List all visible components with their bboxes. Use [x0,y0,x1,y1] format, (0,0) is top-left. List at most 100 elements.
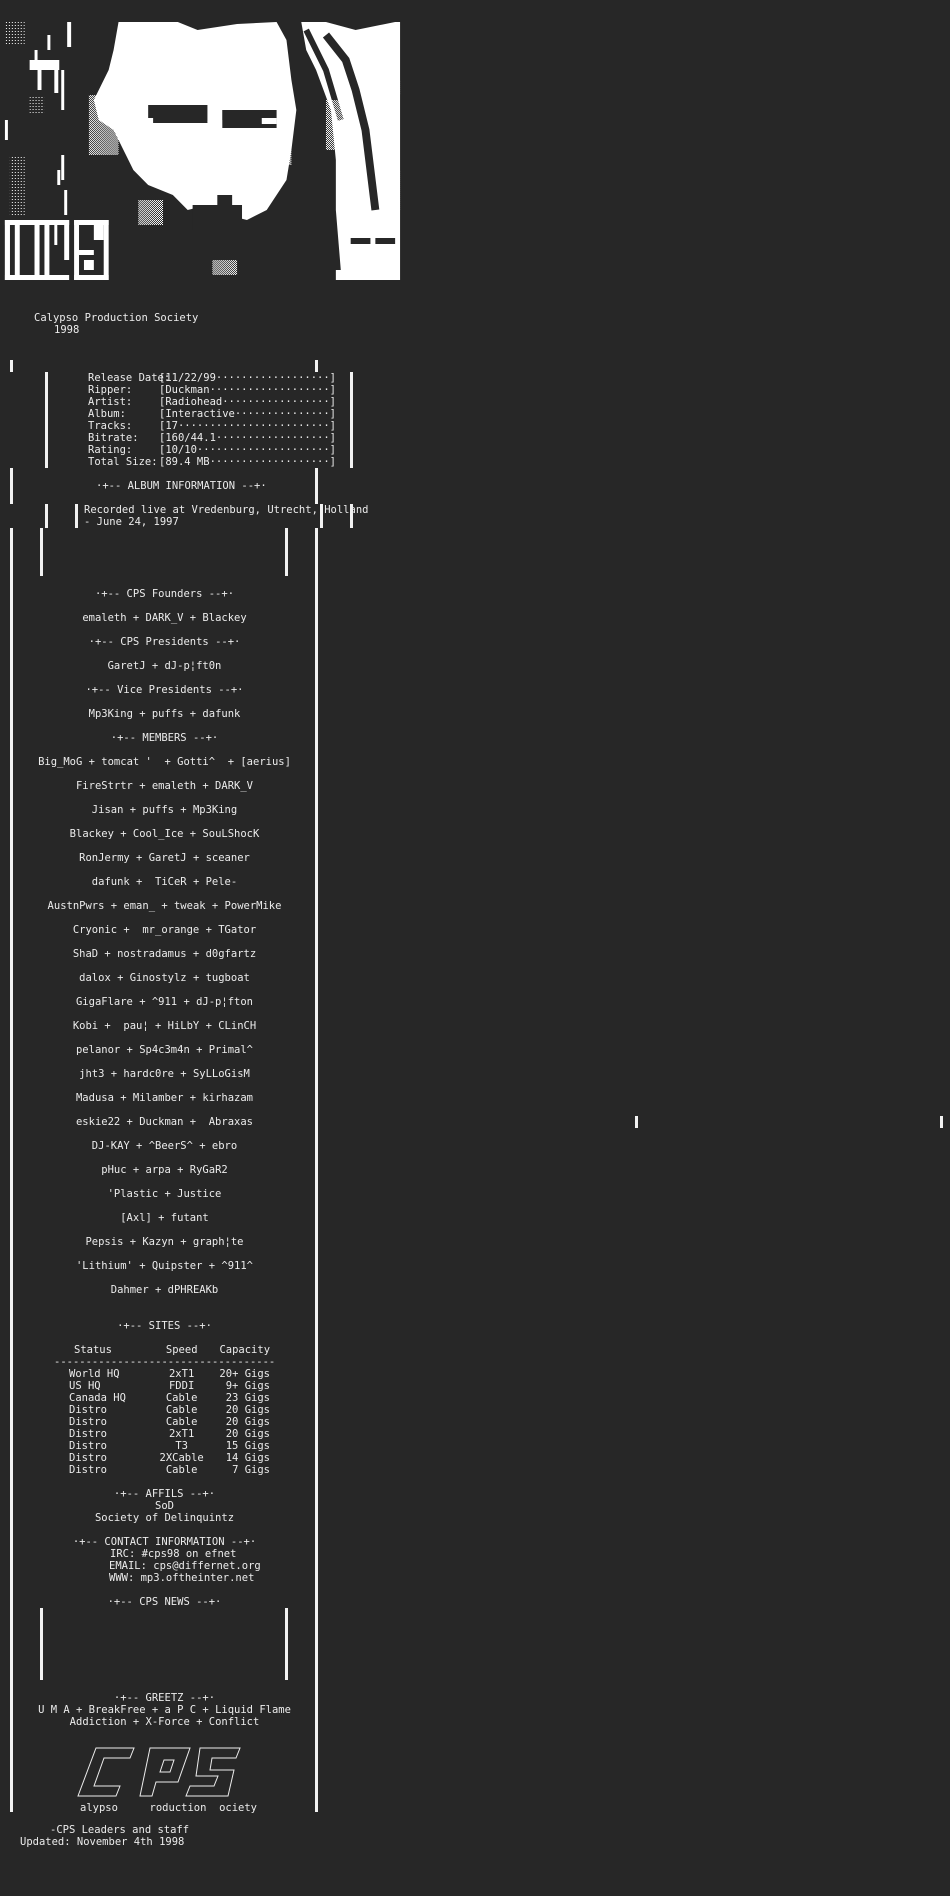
footer-updated: Updated: November 4th 1998 [20,1836,185,1848]
release-date-value: [11/22/99··················] [159,372,337,384]
member-line: Madusa + Milamber + kirhazam [75,1092,253,1104]
site-capacity: 20 Gigs [225,1428,270,1440]
info-border-right [350,372,353,468]
site-speed: Cable [165,1416,198,1428]
site-capacity: 20+ Gigs [219,1368,270,1380]
album-info-text-line1: Recorded live at Vredenburg, Utrecht, Ho… [84,504,369,516]
member-line: DJ-KAY + ^BeerS^ + ebro [91,1140,238,1152]
affils-full: Society of Delinquintz [94,1512,235,1524]
album-info-text-line2: - June 24, 1997 [84,516,179,528]
member-line: Blackey + Cool_Ice + SouLShocK [69,828,260,840]
member-line: Pepsis + Kazyn + graph¦te [85,1236,244,1248]
member-line: pelanor + Sp4c3m4n + Primal^ [75,1044,253,1056]
site-row: Distro Cable 7 Gigs [54,1464,274,1476]
sites-heading: ·+-- SITES --+· [117,1320,212,1332]
site-capacity: 7 Gigs [232,1464,270,1476]
site-status: Distro [69,1440,107,1452]
logo-caption: alypso roduction ociety [80,1802,258,1814]
site-status: Distro [69,1416,107,1428]
presidents-heading: ·+-- CPS Presidents --+· [88,636,241,648]
total-size-value: [89.4 MB···················] [159,456,337,468]
stray-border-mark [635,1116,638,1128]
vice-presidents-heading: ·+-- Vice Presidents --+· [85,684,244,696]
greetz-line2: Addiction + X-Force + Conflict [69,1716,260,1728]
sites-rule: ----------------------------------------… [54,1356,274,1368]
sites-header-row: Status Speed Capacity [54,1344,274,1356]
info-border-left [45,372,48,468]
site-row: Canada HQ Cable 23 Gigs [54,1392,274,1404]
column-header-speed: Speed [165,1344,198,1356]
ansi-art-banner [0,10,405,280]
site-speed: 2xT1 [168,1428,195,1440]
member-line: Big_MoG + tomcat ' + Gotti^ + [aerius] [38,756,291,768]
news-heading: ·+-- CPS NEWS --+· [107,1596,222,1608]
site-status: Distro [69,1404,107,1416]
total-size-row: Total Size: [89.4 MB···················] [88,456,337,468]
member-line: FireStrtr + emaleth + DARK_V [75,780,253,792]
greetz-heading: ·+-- GREETZ --+· [113,1692,216,1704]
tracks-value: [17························] [159,420,337,432]
site-row: Distro 2XCable 14 Gigs [54,1452,274,1464]
site-status: Distro [69,1428,107,1440]
site-speed: T3 [175,1440,188,1452]
rating-row: Rating: [10/10·····················] [88,444,337,456]
member-line: GigaFlare + ^911 + dJ-p¦fton [75,996,253,1008]
info-border-left [45,504,48,528]
contact-www[interactable]: WWW: mp3.oftheinter.net [109,1572,254,1584]
contact-irc: IRC: #cps98 on efnet [110,1548,237,1560]
site-status: Canada HQ [69,1392,126,1404]
site-status: Distro [69,1464,107,1476]
founders-names: emaleth + DARK_V + Blackey [82,612,247,624]
site-row: World HQ 2xT1 20+ Gigs [54,1368,274,1380]
member-line: dafunk + TiCeR + Pele- [91,876,238,888]
site-row: Distro 2xT1 20 Gigs [54,1428,274,1440]
site-speed: Cable [165,1464,198,1476]
site-row: Distro Cable 20 Gigs [54,1416,274,1428]
album-info-border-left [75,504,78,528]
site-capacity: 9+ Gigs [225,1380,270,1392]
site-capacity: 15 Gigs [225,1440,270,1452]
frame-border-right [315,468,318,504]
rating-value: [10/10·····················] [159,444,337,456]
site-speed: Cable [165,1392,198,1404]
member-line: ShaD + nostradamus + d0gfartz [72,948,257,960]
member-line: RonJermy + GaretJ + sceaner [79,852,250,864]
affils-short: SoD [155,1500,174,1512]
member-line: jht3 + hardc0re + SyLLoGisM [79,1068,250,1080]
group-name: Calypso Production Society [34,312,199,324]
album-info-heading: ·+-- ALBUM INFORMATION --+· [96,480,267,492]
site-capacity: 14 Gigs [225,1452,270,1464]
member-line: eskie22 + Duckman + Abraxas [75,1116,253,1128]
ripper-row: Ripper: [Duckman···················] [88,384,337,396]
site-speed: Cable [165,1404,198,1416]
contact-email[interactable]: EMAIL: cps@differnet.org [109,1560,261,1572]
members-heading: ·+-- MEMBERS --+· [110,732,219,744]
portrait-art-icon [4,20,401,280]
founders-heading: ·+-- CPS Founders --+· [94,588,235,600]
cps-outline-logo [72,1746,242,1808]
tracks-row: Tracks: [17························] [88,420,337,432]
cps-logo-icon [77,1747,241,1797]
member-line: AustnPwrs + eman_ + tweak + PowerMike [47,900,282,912]
member-line: pHuc + arpa + RyGaR2 [101,1164,228,1176]
site-capacity: 20 Gigs [225,1416,270,1428]
frame-border-left [10,468,13,504]
footer-signature: -CPS Leaders and staff [50,1824,190,1836]
album-text-border-right [285,528,288,576]
site-status: US HQ [69,1380,101,1392]
vice-presidents-names: Mp3King + puffs + dafunk [88,708,241,720]
album-row: Album: [Interactive···············] [88,408,337,420]
contact-heading: ·+-- CONTACT INFORMATION --+· [72,1536,257,1548]
bitrate-row: Bitrate: [160/44.1··················] [88,432,337,444]
group-year: 1998 [54,324,80,336]
site-capacity: 20 Gigs [225,1404,270,1416]
presidents-names: GaretJ + dJ-p¦ft0n [107,660,222,672]
greetz-line1: U M A + BreakFree + a P C + Liquid Flame [38,1704,291,1716]
artist-value: [Radiohead·················] [159,396,337,408]
site-row: Distro Cable 20 Gigs [54,1404,274,1416]
site-row: US HQ FDDI 9+ Gigs [54,1380,274,1392]
column-header-status: Status [74,1344,112,1356]
release-info: Release Date: [11/22/99··················… [88,372,336,468]
album-value: [Interactive···············] [159,408,337,420]
member-line: Kobi + pau¦ + HiLbY + CLinCH [72,1020,257,1032]
